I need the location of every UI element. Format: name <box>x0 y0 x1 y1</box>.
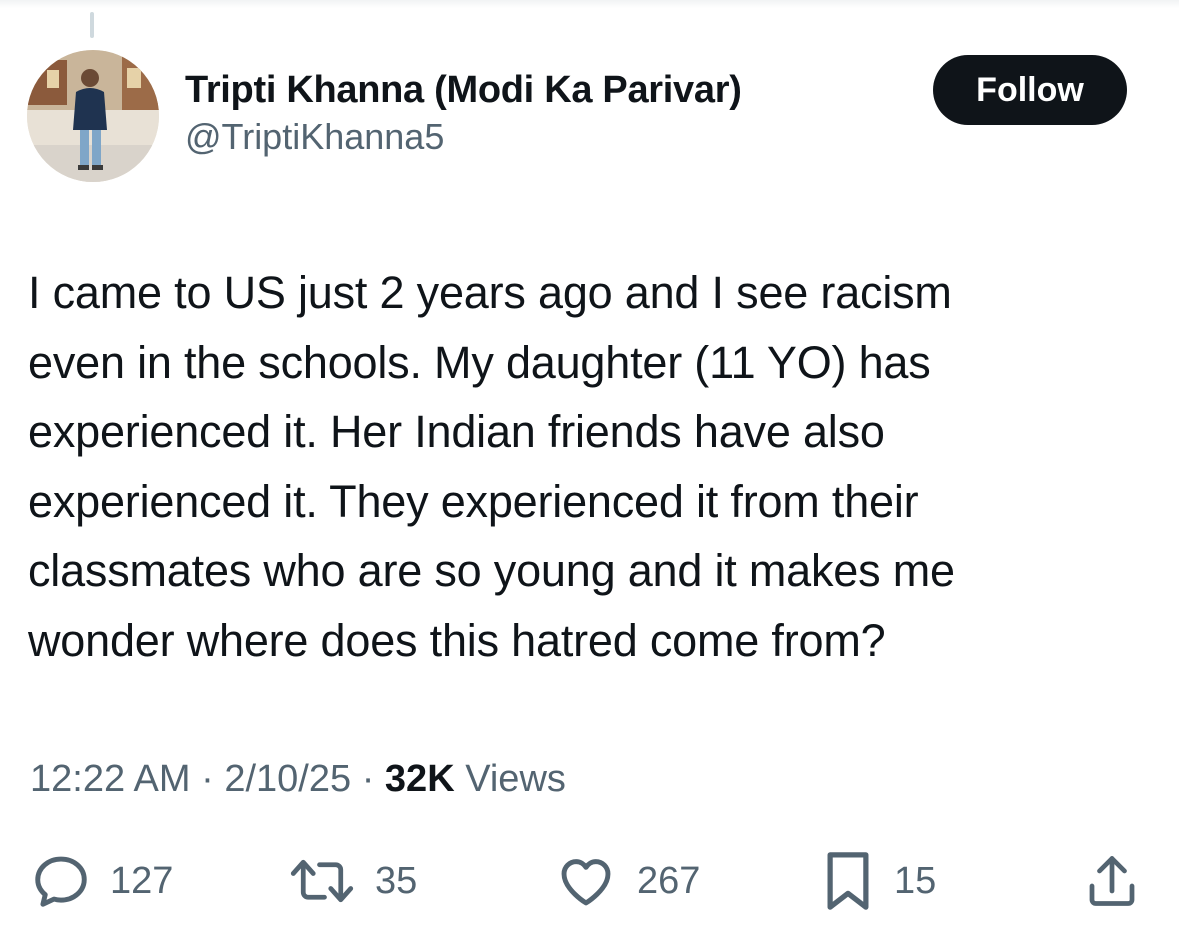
bookmark-button[interactable]: 15 <box>820 845 936 917</box>
meta-separator: · <box>361 758 375 800</box>
action-bar: 127 35 267 15 <box>0 845 1179 917</box>
tweet-text: I came to US just 2 years ago and I see … <box>28 267 955 666</box>
top-edge <box>0 0 1179 8</box>
follow-button[interactable]: Follow <box>933 55 1127 125</box>
bookmark-count: 15 <box>894 859 937 902</box>
tweet-time[interactable]: 12:22 AM <box>30 758 191 800</box>
author-info[interactable]: Tripti Khanna (Modi Ka Parivar) @TriptiK… <box>185 66 742 160</box>
repost-icon <box>287 850 357 912</box>
author-handle[interactable]: @TriptiKhanna5 <box>185 114 742 160</box>
repost-button[interactable]: 35 <box>287 845 417 917</box>
share-button[interactable] <box>1082 845 1142 917</box>
heart-icon <box>553 850 619 912</box>
tweet-meta: 12:22 AM · 2/10/25 · 32K Views <box>30 754 566 804</box>
reply-count: 127 <box>110 859 174 902</box>
tweet-date[interactable]: 2/10/25 <box>224 758 351 800</box>
thread-connector-line <box>90 12 94 38</box>
like-button[interactable]: 267 <box>553 845 700 917</box>
reply-icon <box>30 850 92 912</box>
avatar[interactable] <box>27 50 159 182</box>
like-count: 267 <box>637 859 701 902</box>
views-count: 32K <box>384 758 455 800</box>
views-label: Views <box>465 758 566 800</box>
author-display-name[interactable]: Tripti Khanna (Modi Ka Parivar) <box>185 66 742 114</box>
reply-button[interactable]: 127 <box>30 845 173 917</box>
bookmark-icon <box>820 848 876 914</box>
share-icon <box>1082 850 1142 912</box>
meta-separator: · <box>201 758 214 800</box>
repost-count: 35 <box>375 859 418 902</box>
